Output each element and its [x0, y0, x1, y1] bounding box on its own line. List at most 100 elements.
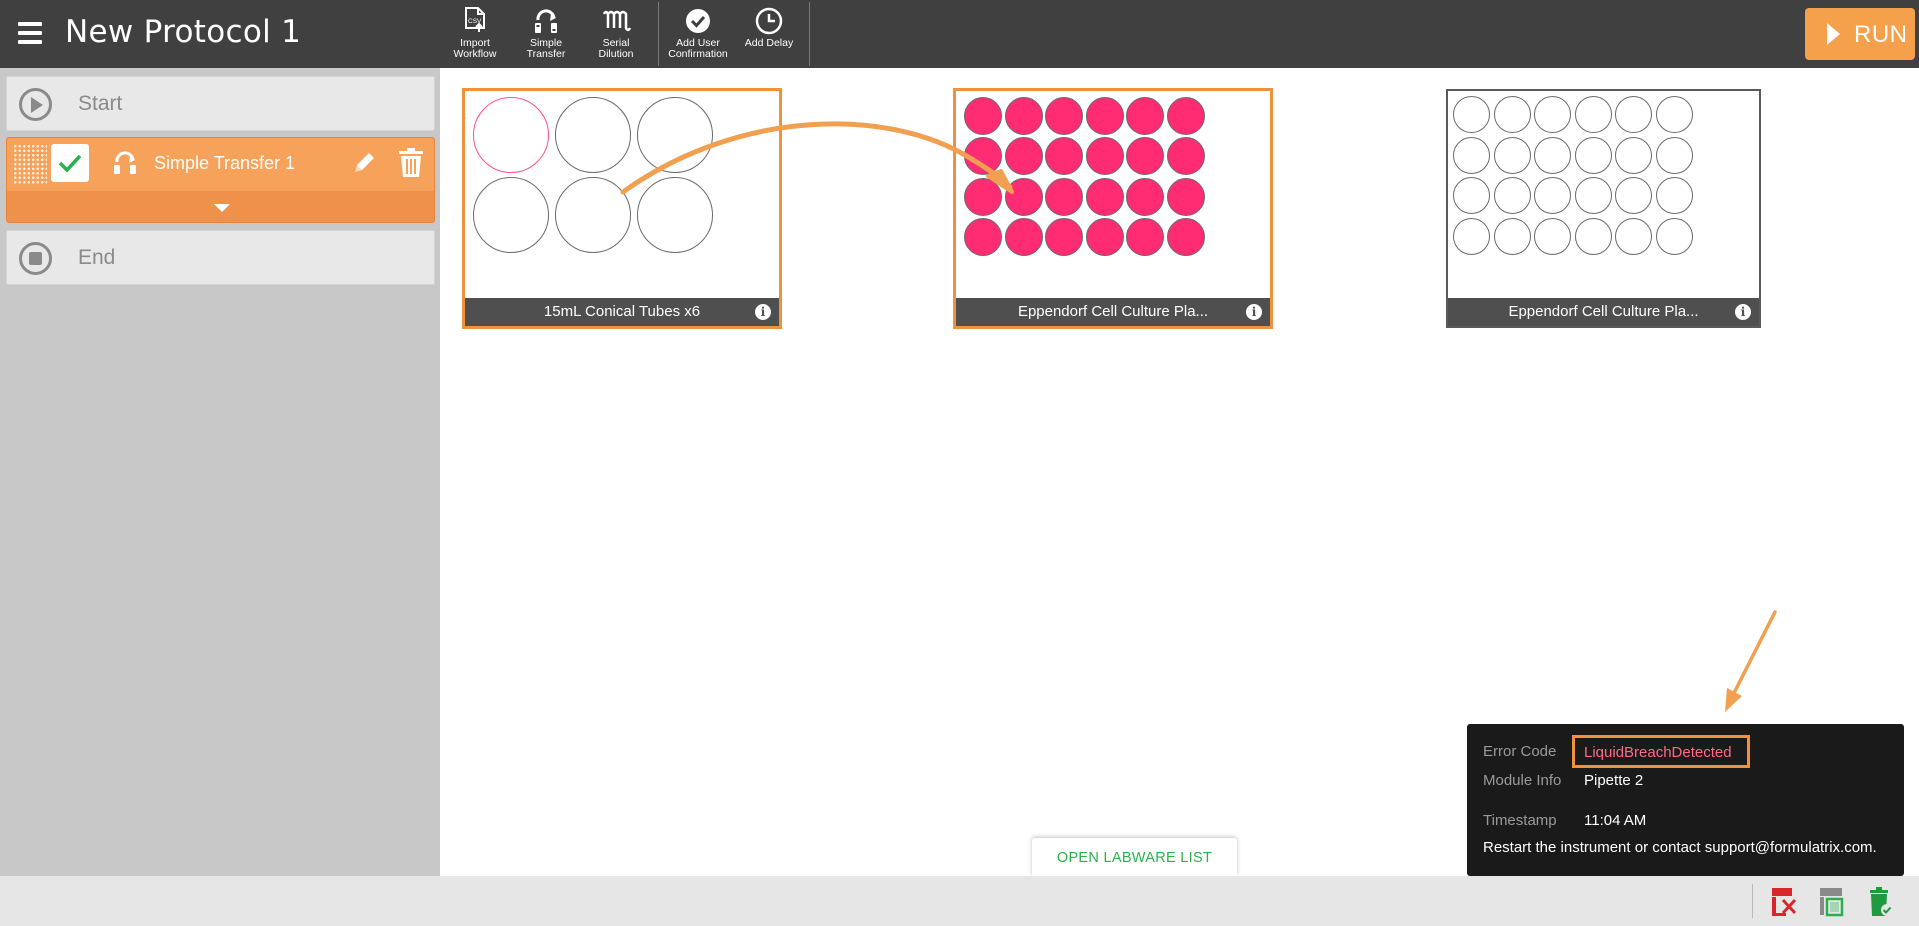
well[interactable] — [1615, 217, 1652, 255]
well[interactable] — [1453, 136, 1490, 174]
tool-label: Dilution — [598, 48, 634, 60]
well[interactable] — [1574, 177, 1612, 214]
well[interactable] — [1126, 97, 1164, 135]
start-step[interactable]: Start — [6, 76, 435, 131]
well[interactable] — [637, 177, 713, 253]
labware-eppendorf-plate-1[interactable]: Eppendorf Cell Culture Pla... i — [953, 88, 1273, 329]
well[interactable] — [1126, 137, 1164, 176]
well[interactable] — [1166, 177, 1205, 216]
well[interactable] — [1166, 137, 1205, 176]
well[interactable] — [1493, 177, 1531, 214]
instrument-error-icon[interactable] — [1770, 887, 1798, 917]
well[interactable] — [1166, 217, 1205, 256]
end-step[interactable]: End — [6, 230, 435, 285]
well[interactable] — [964, 97, 1002, 135]
run-button[interactable]: RUN — [1805, 8, 1915, 60]
well[interactable] — [1534, 96, 1571, 133]
well[interactable] — [1045, 97, 1083, 135]
well[interactable] — [1574, 136, 1612, 174]
well[interactable] — [1004, 137, 1043, 176]
error-tooltip: Error Code LiquidBreachDetected Module I… — [1467, 724, 1904, 876]
well[interactable] — [473, 97, 549, 173]
status-divider — [1752, 884, 1753, 918]
top-bar: New Protocol 1 CSV Import Workflow Simpl… — [0, 0, 1919, 68]
well[interactable] — [1045, 137, 1083, 176]
module-info-label: Module Info — [1483, 772, 1562, 789]
trash-icon[interactable] — [397, 147, 425, 179]
error-code-label: Error Code — [1483, 743, 1557, 760]
serial-dilution-button[interactable]: Serial Dilution — [581, 4, 651, 64]
stop-circle-icon — [19, 242, 52, 275]
well[interactable] — [555, 177, 631, 253]
well[interactable] — [1126, 177, 1164, 216]
info-icon[interactable]: i — [1735, 304, 1751, 320]
well[interactable] — [1045, 177, 1083, 216]
well[interactable] — [1534, 136, 1571, 174]
well[interactable] — [1453, 217, 1490, 255]
well[interactable] — [1085, 97, 1124, 135]
simple-transfer-button[interactable]: Simple Transfer — [511, 4, 581, 64]
well[interactable] — [1655, 177, 1693, 214]
add-user-confirmation-button[interactable]: Add User Confirmation — [663, 4, 733, 64]
well[interactable] — [1004, 97, 1043, 135]
well[interactable] — [1615, 136, 1652, 174]
labware-footer: Eppendorf Cell Culture Pla... i — [956, 298, 1270, 326]
tool-label: Transfer — [526, 48, 566, 60]
well[interactable] — [555, 97, 631, 173]
labware-footer: Eppendorf Cell Culture Pla... i — [1448, 298, 1759, 326]
well[interactable] — [1574, 96, 1612, 133]
well[interactable] — [1493, 96, 1531, 133]
instrument-screen-icon[interactable] — [1818, 887, 1846, 917]
well[interactable] — [1166, 97, 1205, 135]
play-circle-icon — [19, 88, 52, 121]
well[interactable] — [1453, 96, 1490, 133]
drag-handle[interactable] — [13, 144, 47, 184]
pencil-icon[interactable] — [349, 148, 379, 178]
well[interactable] — [1004, 177, 1043, 216]
protocol-title[interactable]: New Protocol 1 — [65, 14, 301, 50]
info-icon[interactable]: i — [755, 304, 771, 320]
import-workflow-button[interactable]: CSV Import Workflow — [440, 4, 510, 64]
well[interactable] — [637, 97, 713, 173]
well[interactable] — [1655, 96, 1693, 133]
open-labware-list-button[interactable]: OPEN LABWARE LIST — [1032, 838, 1237, 876]
labware-eppendorf-plate-2[interactable]: Eppendorf Cell Culture Pla... i — [1446, 89, 1761, 328]
well[interactable] — [1615, 96, 1652, 133]
labware-conical-tubes[interactable]: 15mL Conical Tubes x6 i — [462, 88, 782, 329]
expand-caret-icon[interactable] — [214, 204, 230, 212]
check-icon — [58, 154, 82, 173]
well[interactable] — [1045, 217, 1083, 256]
well[interactable] — [1534, 217, 1571, 255]
run-label: RUN — [1854, 21, 1908, 48]
well[interactable] — [1004, 217, 1043, 256]
well[interactable] — [1453, 177, 1490, 214]
well[interactable] — [964, 217, 1002, 256]
labware-footer: 15mL Conical Tubes x6 i — [465, 298, 779, 326]
well[interactable] — [1126, 217, 1164, 256]
add-delay-button[interactable]: Add Delay — [734, 4, 804, 64]
step-checkbox[interactable] — [51, 144, 89, 182]
well[interactable] — [1615, 177, 1652, 214]
well[interactable] — [964, 137, 1002, 176]
well[interactable] — [1534, 177, 1571, 214]
well[interactable] — [1085, 137, 1124, 176]
start-label: Start — [78, 92, 123, 115]
menu-icon[interactable] — [18, 22, 42, 44]
well[interactable] — [1655, 217, 1693, 255]
clock-icon — [755, 7, 783, 35]
error-message: Restart the instrument or contact suppor… — [1483, 839, 1877, 856]
well[interactable] — [473, 177, 549, 253]
well[interactable] — [1493, 136, 1531, 174]
step-simple-transfer-1[interactable]: Simple Transfer 1 — [6, 137, 435, 223]
well[interactable] — [1085, 217, 1124, 256]
well[interactable] — [964, 177, 1002, 216]
well[interactable] — [1574, 217, 1612, 255]
module-info-value: Pipette 2 — [1584, 772, 1644, 789]
well-grid — [465, 91, 779, 298]
trash-ok-icon[interactable] — [1866, 887, 1894, 917]
well[interactable] — [1085, 177, 1124, 216]
well[interactable] — [1493, 217, 1531, 255]
info-icon[interactable]: i — [1246, 304, 1262, 320]
labware-name: Eppendorf Cell Culture Pla... — [1508, 303, 1699, 320]
well[interactable] — [1655, 136, 1693, 174]
